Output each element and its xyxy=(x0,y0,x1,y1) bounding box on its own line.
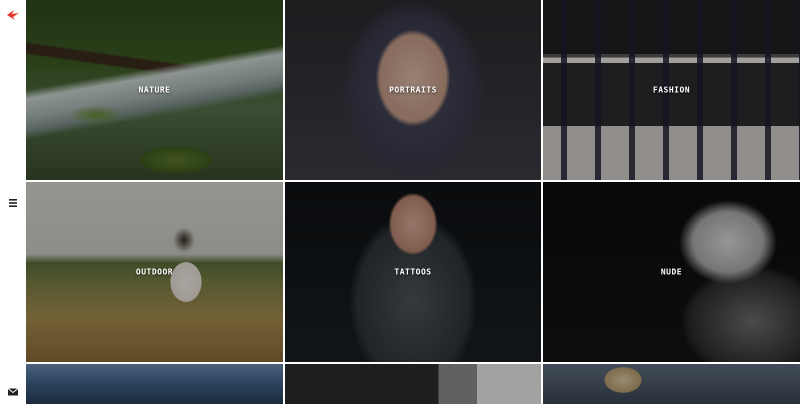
gallery-tile[interactable] xyxy=(26,364,283,404)
gallery-tile-nature[interactable]: NATURE xyxy=(26,0,283,180)
gallery-tile-outdoor[interactable]: OUTDOOR xyxy=(26,182,283,362)
bird-logo-icon[interactable] xyxy=(6,6,20,20)
tile-label: OUTDOOR xyxy=(135,267,174,277)
gallery-tile-nude[interactable]: NUDE xyxy=(543,182,800,362)
envelope-icon[interactable] xyxy=(7,383,19,396)
gallery-grid: NATURE PORTRAITS FASHION OUTDOOR TATTOOS… xyxy=(26,0,800,404)
sidebar xyxy=(0,0,26,404)
page: NATURE PORTRAITS FASHION OUTDOOR TATTOOS… xyxy=(0,0,800,404)
gallery-tile[interactable] xyxy=(285,364,541,404)
hamburger-menu-icon[interactable] xyxy=(6,195,20,209)
tile-label: NATURE xyxy=(138,85,171,95)
gallery-tile-tattoos[interactable]: TATTOOS xyxy=(285,182,541,362)
tile-label: NUDE xyxy=(660,267,683,277)
tile-label: PORTRAITS xyxy=(389,85,437,95)
gallery-tile-fashion[interactable]: FASHION xyxy=(543,0,800,180)
tile-label: TATTOOS xyxy=(394,267,432,277)
gallery-tile[interactable] xyxy=(543,364,800,404)
tile-label: FASHION xyxy=(652,85,691,95)
gallery-tile-portraits[interactable]: PORTRAITS xyxy=(285,0,541,180)
